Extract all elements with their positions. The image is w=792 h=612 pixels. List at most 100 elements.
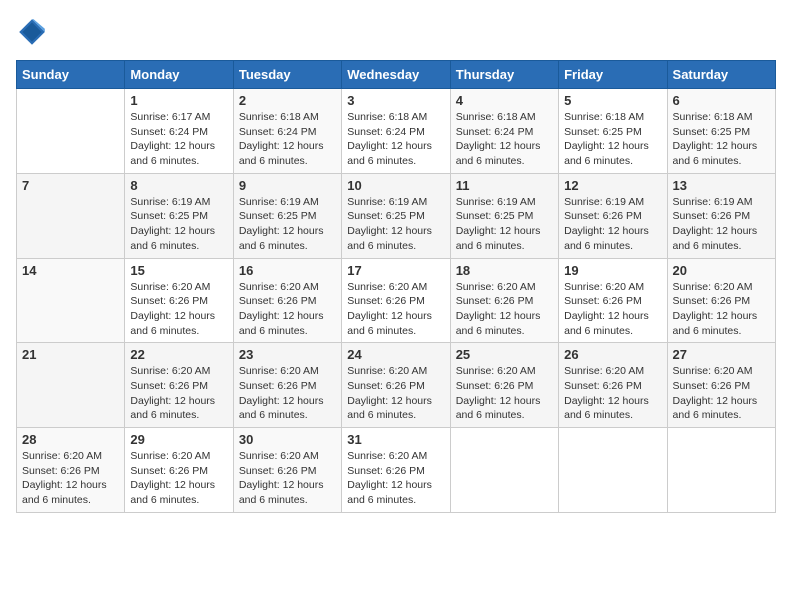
day-info: Sunrise: 6:19 AM Sunset: 6:26 PM Dayligh… [673,195,770,254]
day-info: Sunrise: 6:19 AM Sunset: 6:25 PM Dayligh… [130,195,227,254]
calendar-cell: 25 Sunrise: 6:20 AM Sunset: 6:26 PM Dayli… [450,343,558,428]
calendar-cell: 1 Sunrise: 6:17 AM Sunset: 6:24 PM Daylig… [125,89,233,174]
day-info: Sunrise: 6:19 AM Sunset: 6:26 PM Dayligh… [564,195,661,254]
day-number: 14 [22,263,119,278]
day-number: 16 [239,263,336,278]
calendar-week-3: 14 15 Sunrise: 6:20 AM Sunset: 6:26 PM Day… [17,258,776,343]
calendar-cell [667,428,775,513]
calendar-cell: 26 Sunrise: 6:20 AM Sunset: 6:26 PM Dayli… [559,343,667,428]
day-number: 3 [347,93,444,108]
day-number: 10 [347,178,444,193]
calendar-cell: 18Sunrise: 6:20 AM Sunset: 6:26 PM Dayli… [450,258,558,343]
calendar-cell: 12 Sunrise: 6:19 AM Sunset: 6:26 PM Dayli… [559,173,667,258]
calendar-cell: 31 Sunrise: 6:20 AM Sunset: 6:26 PM Dayli… [342,428,450,513]
calendar-cell: 5Sunrise: 6:18 AM Sunset: 6:25 PM Daylig… [559,89,667,174]
day-number: 19 [564,263,661,278]
day-number: 8 [130,178,227,193]
calendar-week-2: 78 Sunrise: 6:19 AM Sunset: 6:25 PM Dayli… [17,173,776,258]
day-number: 25 [456,347,553,362]
day-number: 13 [673,178,770,193]
day-number: 11 [456,178,553,193]
calendar-cell [17,89,125,174]
calendar-cell: 27 Sunrise: 6:20 AM Sunset: 6:26 PM Dayli… [667,343,775,428]
day-info: Sunrise: 6:20 AM Sunset: 6:26 PM Dayligh… [239,449,336,508]
page-header [16,16,776,48]
day-number: 9 [239,178,336,193]
day-info: Sunrise: 6:18 AM Sunset: 6:24 PM Dayligh… [239,110,336,169]
day-number: 29 [130,432,227,447]
day-info: Sunrise: 6:20 AM Sunset: 6:26 PM Dayligh… [673,280,770,339]
day-info: Sunrise: 6:18 AM Sunset: 6:24 PM Dayligh… [456,110,553,169]
logo [16,16,54,48]
day-info: Sunrise: 6:19 AM Sunset: 6:25 PM Dayligh… [239,195,336,254]
header-thursday: Thursday [450,61,558,89]
calendar-cell: 22 Sunrise: 6:20 AM Sunset: 6:26 PM Dayli… [125,343,233,428]
day-info: Sunrise: 6:20 AM Sunset: 6:26 PM Dayligh… [564,364,661,423]
day-info: Sunrise: 6:20 AM Sunset: 6:26 PM Dayligh… [239,280,336,339]
logo-icon [16,16,48,48]
day-number: 31 [347,432,444,447]
day-number: 23 [239,347,336,362]
header-saturday: Saturday [667,61,775,89]
day-info: Sunrise: 6:19 AM Sunset: 6:25 PM Dayligh… [456,195,553,254]
calendar-cell: 14 [17,258,125,343]
calendar-cell [450,428,558,513]
day-number: 15 [130,263,227,278]
day-number: 6 [673,93,770,108]
calendar-cell: 3 Sunrise: 6:18 AM Sunset: 6:24 PM Daylig… [342,89,450,174]
day-number: 5 [564,93,661,108]
day-number: 22 [130,347,227,362]
calendar-cell: 24Sunrise: 6:20 AM Sunset: 6:26 PM Dayli… [342,343,450,428]
day-number: 1 [130,93,227,108]
day-number: 26 [564,347,661,362]
calendar-cell: 16 Sunrise: 6:20 AM Sunset: 6:26 PM Dayli… [233,258,341,343]
day-info: Sunrise: 6:20 AM Sunset: 6:26 PM Dayligh… [673,364,770,423]
calendar-week-1: 1 Sunrise: 6:17 AM Sunset: 6:24 PM Daylig… [17,89,776,174]
day-number: 12 [564,178,661,193]
day-info: Sunrise: 6:20 AM Sunset: 6:26 PM Dayligh… [130,449,227,508]
day-info: Sunrise: 6:20 AM Sunset: 6:26 PM Dayligh… [564,280,661,339]
day-info: Sunrise: 6:19 AM Sunset: 6:25 PM Dayligh… [347,195,444,254]
day-number: 2 [239,93,336,108]
day-number: 7 [22,178,119,193]
day-info: Sunrise: 6:20 AM Sunset: 6:26 PM Dayligh… [22,449,119,508]
day-info: Sunrise: 6:20 AM Sunset: 6:26 PM Dayligh… [130,280,227,339]
header-friday: Friday [559,61,667,89]
day-info: Sunrise: 6:20 AM Sunset: 6:26 PM Dayligh… [347,449,444,508]
calendar-cell: 6 Sunrise: 6:18 AM Sunset: 6:25 PM Daylig… [667,89,775,174]
calendar-week-5: 28 Sunrise: 6:20 AM Sunset: 6:26 PM Dayli… [17,428,776,513]
calendar-week-4: 21 22 Sunrise: 6:20 AM Sunset: 6:26 PM Day… [17,343,776,428]
calendar-cell [559,428,667,513]
day-number: 28 [22,432,119,447]
calendar-cell: 30Sunrise: 6:20 AM Sunset: 6:26 PM Dayli… [233,428,341,513]
calendar-cell: 29 Sunrise: 6:20 AM Sunset: 6:26 PM Dayli… [125,428,233,513]
calendar-cell: 9 Sunrise: 6:19 AM Sunset: 6:25 PM Daylig… [233,173,341,258]
day-info: Sunrise: 6:18 AM Sunset: 6:25 PM Dayligh… [673,110,770,169]
calendar-cell: 2 Sunrise: 6:18 AM Sunset: 6:24 PM Daylig… [233,89,341,174]
header-sunday: Sunday [17,61,125,89]
calendar-cell: 21 [17,343,125,428]
calendar-cell: 10 Sunrise: 6:19 AM Sunset: 6:25 PM Dayli… [342,173,450,258]
header-monday: Monday [125,61,233,89]
calendar-cell: 20 Sunrise: 6:20 AM Sunset: 6:26 PM Dayli… [667,258,775,343]
calendar-cell: 4 Sunrise: 6:18 AM Sunset: 6:24 PM Daylig… [450,89,558,174]
calendar-cell: 28 Sunrise: 6:20 AM Sunset: 6:26 PM Dayli… [17,428,125,513]
day-info: Sunrise: 6:20 AM Sunset: 6:26 PM Dayligh… [239,364,336,423]
header-tuesday: Tuesday [233,61,341,89]
day-number: 4 [456,93,553,108]
day-number: 24 [347,347,444,362]
calendar-header-row: SundayMondayTuesdayWednesdayThursdayFrid… [17,61,776,89]
day-number: 20 [673,263,770,278]
day-number: 18 [456,263,553,278]
day-number: 27 [673,347,770,362]
calendar-cell: 15 Sunrise: 6:20 AM Sunset: 6:26 PM Dayli… [125,258,233,343]
calendar-cell: 23 Sunrise: 6:20 AM Sunset: 6:26 PM Dayli… [233,343,341,428]
day-number: 17 [347,263,444,278]
calendar-cell: 17 Sunrise: 6:20 AM Sunset: 6:26 PM Dayli… [342,258,450,343]
day-info: Sunrise: 6:20 AM Sunset: 6:26 PM Dayligh… [130,364,227,423]
day-info: Sunrise: 6:20 AM Sunset: 6:26 PM Dayligh… [347,280,444,339]
day-info: Sunrise: 6:18 AM Sunset: 6:24 PM Dayligh… [347,110,444,169]
calendar-cell: 11 Sunrise: 6:19 AM Sunset: 6:25 PM Dayli… [450,173,558,258]
day-info: Sunrise: 6:17 AM Sunset: 6:24 PM Dayligh… [130,110,227,169]
day-info: Sunrise: 6:20 AM Sunset: 6:26 PM Dayligh… [456,364,553,423]
